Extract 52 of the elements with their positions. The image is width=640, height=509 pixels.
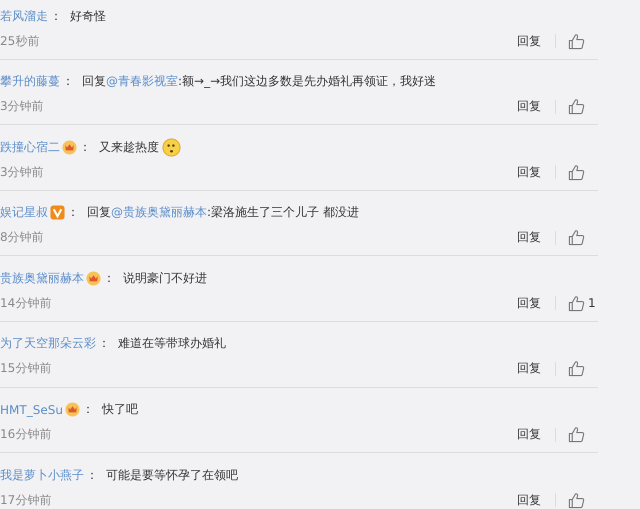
reply-link[interactable]: 回复: [517, 492, 541, 509]
comment-time: 15分钟前: [0, 360, 52, 378]
comment-time: 25秒前: [0, 32, 40, 50]
name-colon: ：: [86, 466, 98, 484]
reply-link[interactable]: 回复: [517, 32, 541, 50]
comment-time: 16分钟前: [0, 426, 52, 444]
comment-time: 3分钟前: [0, 98, 44, 116]
comment-time: 3分钟前: [0, 164, 44, 181]
name-colon: ：: [103, 270, 115, 287]
like-button[interactable]: 1: [568, 294, 598, 312]
mention-link[interactable]: @青春影视室: [106, 74, 178, 88]
thumbs-up-icon: [568, 32, 585, 50]
comment-text: 说明豪门不好进: [123, 270, 207, 287]
name-colon: ：: [50, 8, 62, 24]
user-name[interactable]: 攀升的藤蔓: [0, 73, 60, 90]
emoji-icon: [162, 138, 181, 157]
thumbs-up-icon: [568, 294, 585, 312]
reply-link[interactable]: 回复: [517, 98, 541, 116]
comment-text: 快了吧: [102, 401, 138, 418]
reply-link[interactable]: 回复: [517, 164, 541, 181]
name-colon: ：: [82, 401, 94, 418]
comment-time: 8分钟前: [0, 229, 44, 246]
thumbs-up-icon: [568, 98, 585, 116]
name-colon: ：: [98, 335, 110, 352]
mention-link[interactable]: @贵族奥黛丽赫本: [111, 205, 207, 220]
thumbs-up-icon: [568, 229, 585, 246]
comment-text: 回复@贵族奥黛丽赫本:梁洛施生了三个儿子 都没进: [87, 204, 359, 222]
thumbs-up-icon: [568, 360, 585, 378]
user-name[interactable]: HMT_SeSu: [0, 402, 63, 417]
reply-link[interactable]: 回复: [517, 294, 541, 312]
user-name[interactable]: 若风溜走: [0, 8, 48, 24]
reply-link[interactable]: 回复: [517, 229, 541, 246]
user-name[interactable]: 娱记星叔: [0, 204, 48, 222]
thumbs-up-icon: [568, 492, 585, 509]
comment-text: 可能是要等怀孕了在领吧: [106, 466, 238, 484]
comment-time: 17分钟前: [0, 492, 52, 509]
name-colon: ：: [62, 73, 74, 90]
comment-text: 好奇怪: [70, 8, 106, 24]
reply-link[interactable]: 回复: [517, 426, 541, 444]
user-name[interactable]: 贵族奥黛丽赫本: [0, 270, 84, 287]
comment-text: 回复@青春影视室:额→_→我们这边多数是先办婚礼再领证，我好迷: [82, 73, 436, 90]
comment-time: 14分钟前: [0, 294, 52, 312]
user-name[interactable]: 为了天空那朵云彩: [0, 335, 96, 352]
user-name[interactable]: 跌撞心宿二: [0, 138, 60, 156]
name-colon: ：: [67, 204, 79, 222]
thumbs-up-icon: [568, 164, 585, 181]
comment-text: 难道在等带球办婚礼: [118, 335, 226, 352]
user-name[interactable]: 我是萝卜小燕子: [0, 466, 84, 484]
comment-text: 又来趁热度: [99, 138, 159, 156]
reply-link[interactable]: 回复: [517, 360, 541, 378]
name-colon: ：: [79, 138, 91, 156]
thumbs-up-icon: [568, 426, 585, 444]
